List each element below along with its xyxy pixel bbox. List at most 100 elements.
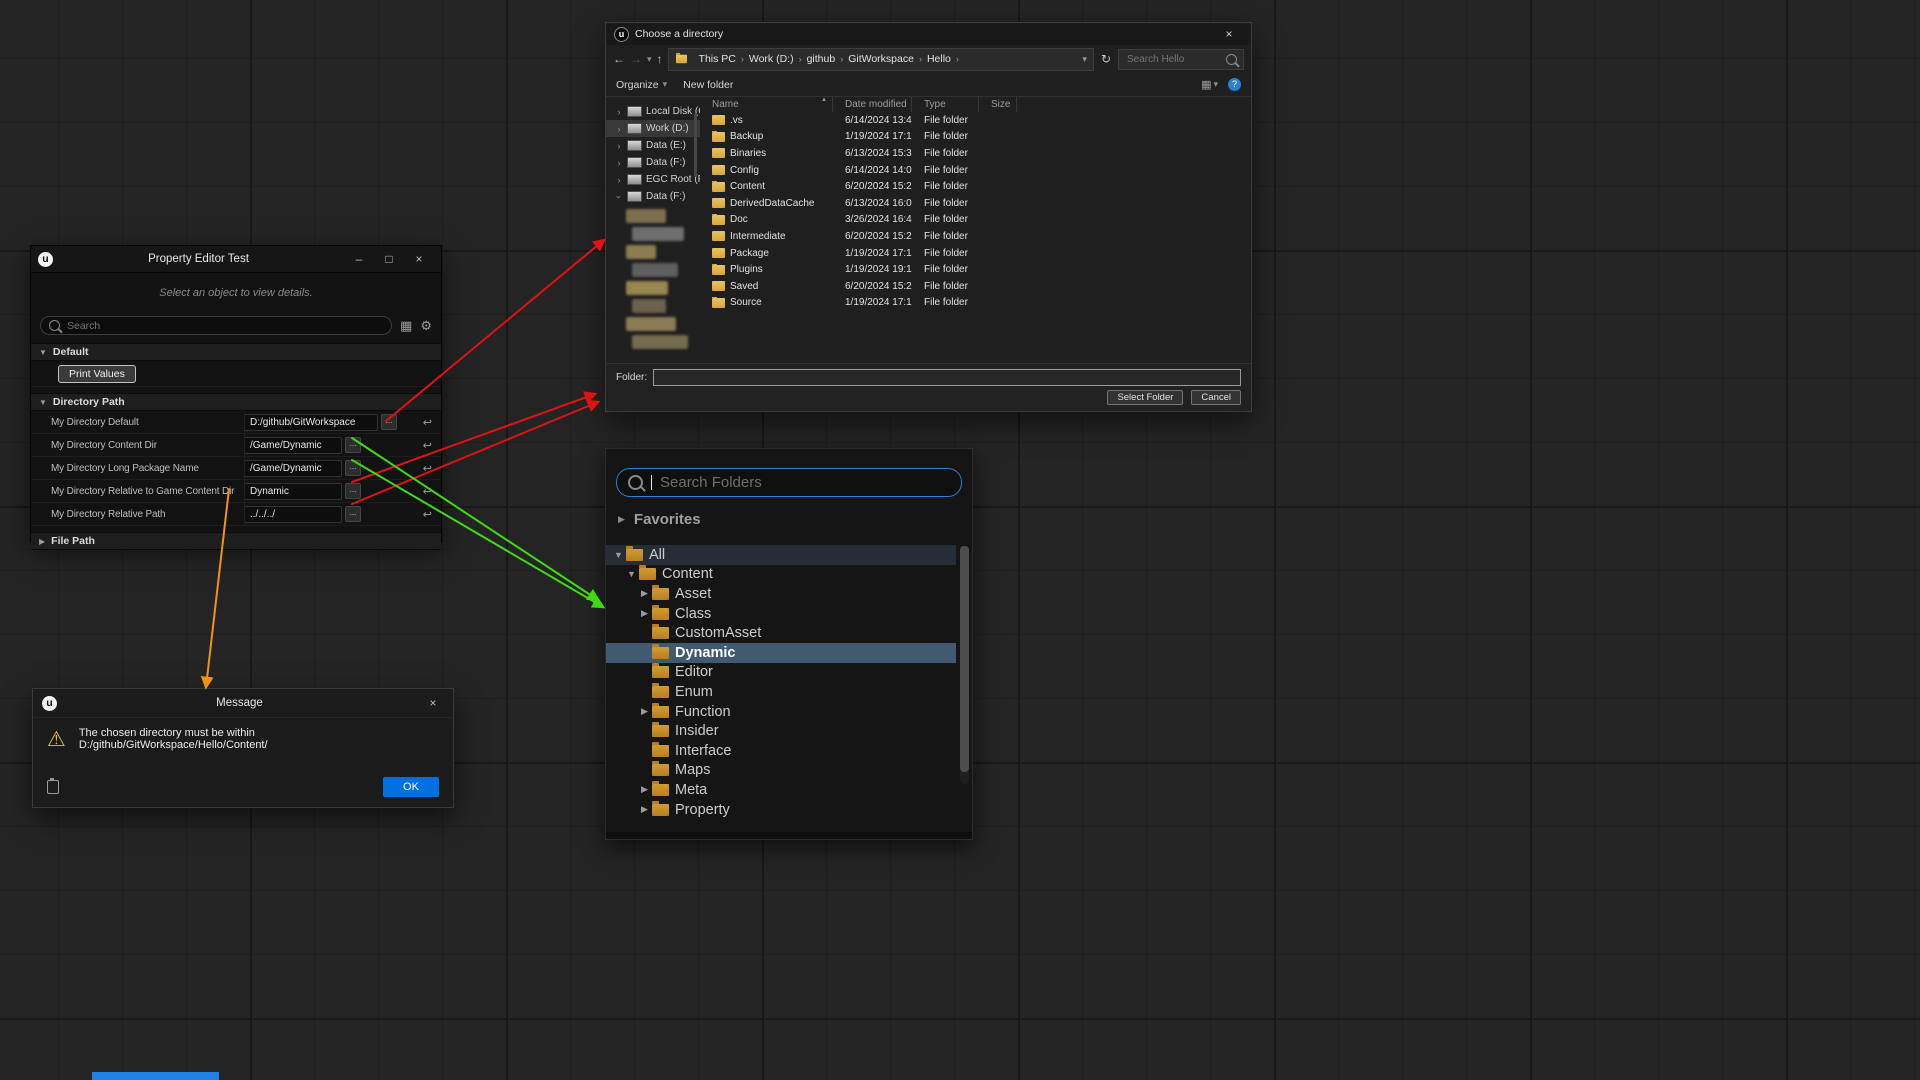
expander-icon[interactable]: ▼	[625, 569, 638, 579]
column-header[interactable]: Type	[912, 97, 979, 112]
expander-icon[interactable]: ▶	[638, 608, 651, 619]
file-row[interactable]: Content6/20/2024 15:28File folder	[700, 178, 1251, 195]
browse-ellipsis-button[interactable]: ...	[381, 414, 397, 430]
section-default[interactable]: ▼ Default	[31, 343, 441, 361]
expander-icon[interactable]: ›	[615, 124, 623, 134]
file-row[interactable]: Binaries6/13/2024 15:39File folder	[700, 145, 1251, 162]
search-field[interactable]	[40, 316, 392, 335]
folder-tree-item[interactable]: Enum	[606, 682, 956, 702]
drive-tree-item[interactable]: ›Data (E:)	[606, 137, 700, 154]
expander-icon[interactable]: ▶	[638, 588, 651, 599]
expander-icon[interactable]: ›	[615, 158, 623, 168]
back-button[interactable]: ←	[613, 52, 625, 66]
breadcrumb-bar[interactable]: This PC›Work (D:)›github›GitWorkspace›He…	[668, 48, 1094, 71]
favorites-section[interactable]: ▶ Favorites	[618, 511, 701, 528]
browse-ellipsis-button[interactable]: ...	[345, 437, 361, 453]
message-titlebar[interactable]: Message ×	[33, 689, 453, 718]
folder-tree-item[interactable]: ▶Property	[606, 800, 956, 820]
tree-scrollbar[interactable]	[694, 113, 697, 177]
section-file-path[interactable]: ▶ File Path	[31, 532, 441, 550]
browse-ellipsis-button[interactable]: ...	[345, 506, 361, 522]
file-row[interactable]: Saved6/20/2024 15:29File folder	[700, 278, 1251, 295]
expander-icon[interactable]: ▼	[612, 550, 625, 560]
scrollbar-thumb[interactable]	[960, 546, 969, 772]
file-row[interactable]: DerivedDataCache6/13/2024 16:03File fold…	[700, 195, 1251, 212]
breadcrumb-segment[interactable]: GitWorkspace	[844, 53, 918, 65]
folder-search-field[interactable]: Search Folders	[616, 468, 962, 497]
folder-tree-item[interactable]: Editor	[606, 663, 956, 683]
property-editor-titlebar[interactable]: Property Editor Test – □ ×	[31, 246, 441, 273]
property-value-field[interactable]: Dynamic	[244, 483, 342, 500]
expander-icon[interactable]: ▶	[39, 537, 45, 546]
up-button[interactable]: ↑	[657, 52, 663, 66]
file-row[interactable]: .vs6/14/2024 13:44File folder	[700, 112, 1251, 129]
section-directory-path[interactable]: ▼ Directory Path	[31, 393, 441, 411]
file-row[interactable]: Plugins1/19/2024 19:10File folder	[700, 261, 1251, 278]
explorer-search-input[interactable]	[1125, 53, 1226, 66]
expander-icon[interactable]: ›	[615, 141, 623, 151]
close-button[interactable]: ×	[422, 696, 444, 710]
column-header[interactable]: Size	[979, 97, 1017, 112]
dialog-titlebar[interactable]: Choose a directory ×	[606, 23, 1251, 45]
file-row[interactable]: Intermediate6/20/2024 15:28File folder	[700, 228, 1251, 245]
column-header[interactable]: Name▲	[700, 97, 833, 112]
file-row[interactable]: Config6/14/2024 14:03File folder	[700, 162, 1251, 179]
folder-tree-item[interactable]: Interface	[606, 741, 956, 761]
file-row[interactable]: Backup1/19/2024 17:15File folder	[700, 129, 1251, 146]
file-row[interactable]: Package1/19/2024 17:17File folder	[700, 245, 1251, 262]
expander-icon[interactable]: ▼	[39, 398, 47, 407]
organize-menu[interactable]: Organize ▾	[616, 79, 667, 91]
print-values-button[interactable]: Print Values	[58, 365, 136, 383]
explorer-search-field[interactable]	[1118, 49, 1244, 70]
cancel-button[interactable]: Cancel	[1191, 390, 1241, 405]
expander-icon[interactable]: ▶	[638, 804, 651, 815]
property-value-field[interactable]: D:/github/GitWorkspace	[244, 414, 378, 431]
drive-tree-item[interactable]: ›Data (F:)	[606, 154, 700, 171]
reset-to-default-icon[interactable]: ↩	[423, 508, 432, 521]
property-value-field[interactable]: ../../../	[244, 506, 342, 523]
breadcrumb-segment[interactable]: This PC	[695, 53, 740, 65]
maximize-button[interactable]: □	[374, 252, 404, 266]
property-value-field[interactable]: /Game/Dynamic	[244, 437, 342, 454]
minimize-button[interactable]: –	[344, 252, 374, 266]
browse-ellipsis-button[interactable]: ...	[345, 460, 361, 476]
copy-to-clipboard-icon[interactable]	[47, 780, 59, 794]
close-button[interactable]: ×	[404, 252, 434, 266]
drive-tree-item[interactable]: ›Work (D:)	[606, 120, 700, 137]
breadcrumb-segment[interactable]: Work (D:)	[745, 53, 798, 65]
expander-icon[interactable]: ▶	[638, 706, 651, 717]
folder-tree-item[interactable]: Dynamic	[606, 643, 956, 663]
property-value-field[interactable]: /Game/Dynamic	[244, 460, 342, 477]
column-header[interactable]: Date modified	[833, 97, 912, 112]
folder-tree-item[interactable]: ▶Asset	[606, 584, 956, 604]
display-options-icon[interactable]: ▦	[400, 319, 412, 332]
new-folder-button[interactable]: New folder	[683, 79, 733, 91]
ok-button[interactable]: OK	[383, 777, 439, 797]
folder-tree-item[interactable]: CustomAsset	[606, 623, 956, 643]
file-row[interactable]: Doc3/26/2024 16:41File folder	[700, 212, 1251, 229]
folder-tree-item[interactable]: ▼All	[606, 545, 956, 565]
breadcrumb-segment[interactable]: Hello	[923, 53, 955, 65]
history-dropdown-icon[interactable]: ▾	[647, 54, 652, 65]
file-row[interactable]: Source1/19/2024 17:17File folder	[700, 295, 1251, 312]
address-dropdown-icon[interactable]: ▾	[1082, 54, 1087, 65]
folder-tree-item[interactable]: ▶Class	[606, 604, 956, 624]
refresh-icon[interactable]: ↻	[1099, 52, 1113, 66]
folder-tree-item[interactable]: Insider	[606, 721, 956, 741]
search-input[interactable]	[40, 316, 392, 335]
folder-input[interactable]	[653, 369, 1241, 386]
reset-to-default-icon[interactable]: ↩	[423, 439, 432, 452]
folder-tree-item[interactable]: ▶Meta	[606, 780, 956, 800]
folder-tree-item[interactable]: ▼Content	[606, 565, 956, 585]
drive-tree-item[interactable]: ›Local Disk (C:)	[606, 103, 700, 120]
close-button[interactable]: ×	[1215, 27, 1243, 41]
help-icon[interactable]: ?	[1228, 78, 1241, 91]
select-folder-button[interactable]: Select Folder	[1107, 390, 1183, 405]
reset-to-default-icon[interactable]: ↩	[423, 462, 432, 475]
expander-icon[interactable]: ›	[615, 175, 623, 185]
breadcrumb-segment[interactable]: github	[803, 53, 840, 65]
expander-icon[interactable]: ›	[615, 107, 623, 117]
reset-to-default-icon[interactable]: ↩	[423, 485, 432, 498]
expander-icon[interactable]: ▶	[638, 784, 651, 795]
expander-icon[interactable]: ›	[614, 193, 624, 201]
